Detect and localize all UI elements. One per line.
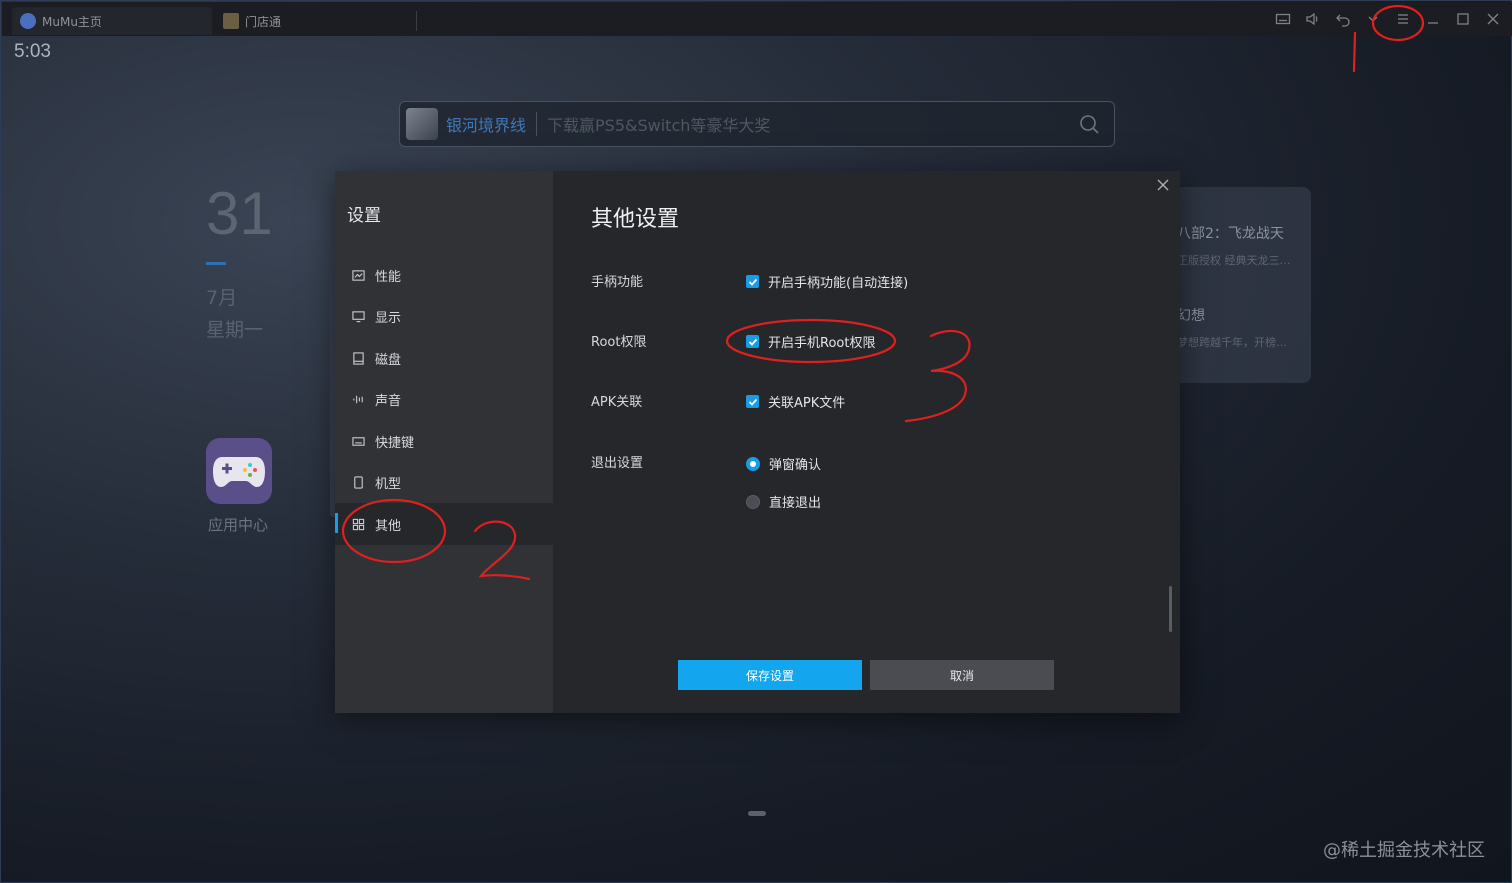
card-subtitle: 正版授权 经典天龙三… [1177,254,1291,267]
checkbox-checked-icon [746,335,759,348]
grid-icon [351,517,365,531]
annotation-number-1 [1352,31,1357,73]
disk-icon [351,351,365,365]
chart-icon [351,268,365,282]
store-app-icon [223,13,239,29]
phone-icon [351,475,365,489]
game-avatar [406,108,438,140]
keyboard-icon [351,434,365,448]
apk-label: APK关联 [591,395,643,410]
app-center-label: 应用中心 [208,516,269,534]
chevron-down-icon[interactable] [1364,10,1382,28]
card-title: 幻想 [1177,308,1205,324]
search-bar[interactable]: 银河境界线 下载赢PS5&Switch等豪华大奖 [399,101,1115,147]
date-weekday: 星期一 [206,319,264,341]
sidebar-item-label: 磁盘 [375,352,402,368]
checkbox-checked-icon [746,395,759,408]
settings-dialog: 设置 性能 显示 磁盘 声音 快捷键 机型 其他 其他设置 手柄功能 开启手柄功… [335,171,1180,713]
window-toolbar [1274,10,1502,28]
exit-direct-radio[interactable]: 直接退出 [746,492,821,511]
root-label: Root权限 [591,335,647,350]
sidebar-item-performance[interactable]: 性能 [335,254,553,296]
date-month: 7月 [206,287,238,309]
settings-page-title: 其他设置 [591,207,680,232]
date-divider [206,262,226,265]
exit-confirm-radio[interactable]: 弹窗确认 [746,454,821,473]
radio-unselected-icon [746,494,760,509]
search-icon[interactable] [1078,113,1100,135]
close-window-icon[interactable] [1484,10,1502,28]
status-clock: 5:03 [14,41,51,62]
cancel-button[interactable]: 取消 [870,660,1054,690]
sidebar-item-label: 其他 [375,518,402,534]
tab-mumu-home[interactable]: MuMu主页 [12,7,212,35]
search-hint: 下载赢PS5&Switch等豪华大奖 [547,116,771,135]
app-center-icon[interactable] [206,438,272,504]
volume-icon[interactable] [1304,10,1322,28]
root-option-label: 开启手机Root权限 [768,336,876,351]
save-button[interactable]: 保存设置 [678,660,862,690]
background-game-card[interactable]: 八部2：飞龙战天 正版授权 经典天龙三… 幻想 梦想跨越千年，开榜… [1171,187,1311,383]
sidebar-item-label: 显示 [375,310,402,326]
sidebar-item-label: 快捷键 [375,435,415,451]
minimize-icon[interactable] [1424,10,1442,28]
emulator-window: MuMu主页 门店通 5:03 银河境界线 下载赢PS5&Switch等豪华大奖… [0,0,1512,883]
back-icon[interactable] [1334,10,1352,28]
sidebar-item-display[interactable]: 显示 [335,295,553,337]
tab-store[interactable]: 门店通 [217,11,417,31]
radio-label: 直接退出 [769,496,822,511]
page-indicator[interactable] [748,811,766,816]
sound-icon [351,392,365,406]
close-icon[interactable] [1156,177,1172,193]
tab-label: MuMu主页 [42,14,102,29]
monitor-icon [351,309,365,323]
watermark: @稀土掘金技术社区 [1323,840,1485,861]
sidebar-item-model[interactable]: 机型 [335,461,553,503]
apk-checkbox[interactable]: 关联APK文件 [746,392,845,411]
sidebar-item-label: 声音 [375,393,402,409]
root-checkbox[interactable]: 开启手机Root权限 [746,332,875,351]
card-subtitle: 梦想跨越千年，开榜… [1177,336,1287,349]
sidebar-item-sound[interactable]: 声音 [335,378,553,420]
sidebar-item-label: 性能 [375,269,402,285]
tab-label: 门店通 [245,14,282,29]
apk-option-label: 关联APK文件 [768,396,846,411]
radio-label: 弹窗确认 [769,458,822,473]
keyboard-icon[interactable] [1274,10,1292,28]
mumu-logo-icon [20,13,36,29]
sidebar-item-label: 机型 [375,476,402,492]
settings-sidebar: 设置 性能 显示 磁盘 声音 快捷键 机型 其他 [335,171,553,713]
card-title: 八部2：飞龙战天 [1177,226,1284,242]
menu-icon[interactable] [1394,10,1412,28]
checkbox-checked-icon [746,275,759,288]
sidebar-item-hotkeys[interactable]: 快捷键 [335,420,553,462]
search-game-name: 银河境界线 [446,112,538,136]
gamepad-checkbox[interactable]: 开启手柄功能(自动连接) [746,272,908,291]
title-bar: MuMu主页 门店通 [2,2,1512,36]
scrollbar[interactable] [1169,586,1172,632]
maximize-icon[interactable] [1454,10,1472,28]
sidebar-item-other[interactable]: 其他 [335,503,553,545]
sidebar-item-disk[interactable]: 磁盘 [335,337,553,379]
date-day: 31 [206,180,273,247]
gamepad-option-label: 开启手柄功能(自动连接) [768,276,909,291]
radio-selected-icon [746,456,760,471]
exit-label: 退出设置 [591,456,644,471]
sidebar-title: 设置 [347,206,381,226]
gamepad-label: 手柄功能 [591,275,644,290]
